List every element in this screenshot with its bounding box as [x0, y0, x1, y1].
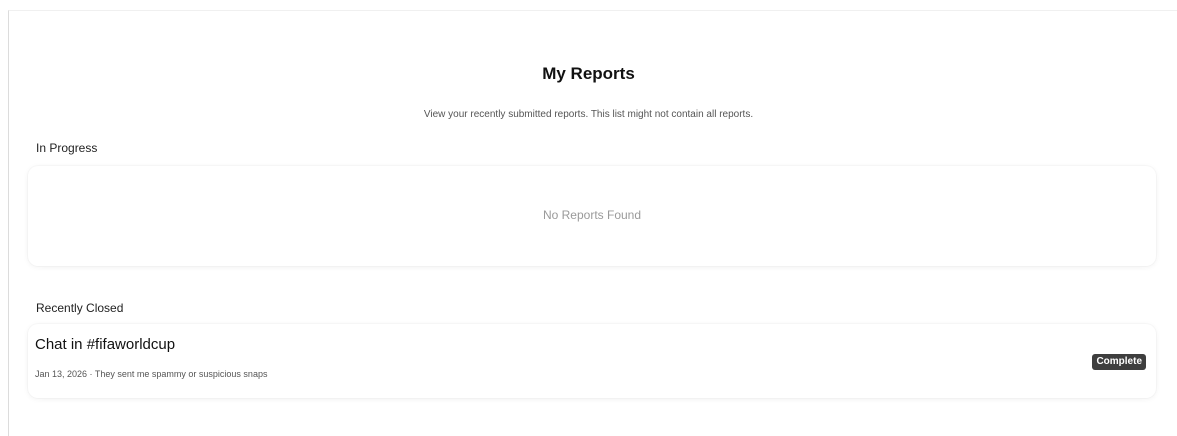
page-title: My Reports [542, 64, 635, 83]
report-meta: Jan 13, 2026 · They sent me spammy or su… [35, 369, 268, 379]
report-title: Chat in #fifaworldcup [35, 336, 176, 353]
in-progress-card: No Reports Found [28, 166, 1156, 266]
report-list-item[interactable]: Chat in #fifaworldcup Jan 13, 2026 · The… [28, 324, 1156, 398]
in-progress-heading: In Progress [36, 141, 98, 155]
status-badge: Complete [1092, 354, 1146, 370]
empty-state-text: No Reports Found [542, 208, 642, 222]
recently-closed-heading: Recently Closed [36, 301, 124, 315]
page-subtitle: View your recently submitted reports. Th… [423, 109, 754, 120]
